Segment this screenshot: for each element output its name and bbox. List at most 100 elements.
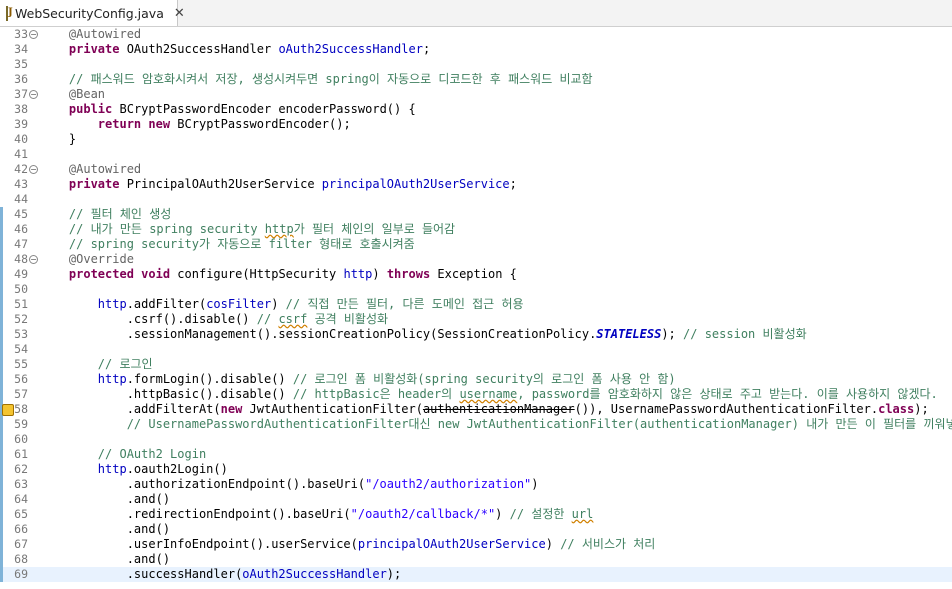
code-line[interactable]: 42− @Autowired xyxy=(0,162,952,177)
line-number: 60 xyxy=(14,432,28,446)
code-token: "/oauth2/callback/*" xyxy=(350,507,496,521)
code-token: .userInfoEndpoint().userService( xyxy=(40,537,358,551)
line-number: 49 xyxy=(14,267,28,281)
code-text: // spring security가 자동으로 filter 형태로 호출시켜… xyxy=(40,237,415,252)
line-number: 36 xyxy=(14,72,28,86)
code-line[interactable]: 45 // 필터 체인 생성 xyxy=(0,207,952,222)
code-line[interactable]: 35 xyxy=(0,57,952,72)
code-token: .addFilter( xyxy=(126,297,207,311)
code-line[interactable]: 50 xyxy=(0,282,952,297)
code-token: PrincipalOAuth2UserService xyxy=(119,177,322,191)
code-line[interactable]: 37− @Bean xyxy=(0,87,952,102)
code-line[interactable]: 56 http.formLogin().disable() // 로그인 폼 비… xyxy=(0,372,952,387)
code-text: .and() xyxy=(40,552,170,567)
code-token: ); xyxy=(914,402,929,416)
code-line[interactable]: 40 } xyxy=(0,132,952,147)
code-token: ) xyxy=(531,477,539,491)
line-number: 64 xyxy=(14,492,28,506)
line-number: 51 xyxy=(14,297,28,311)
line-number: 34 xyxy=(14,42,28,56)
code-token: ); xyxy=(386,567,402,581)
code-text: @Override xyxy=(40,252,134,267)
code-token: // xyxy=(256,312,279,326)
code-token: @Bean xyxy=(68,87,106,101)
code-token: // 직접 만든 필터, 다른 도메인 접근 허용 xyxy=(285,297,524,311)
code-line[interactable]: 69 .successHandler(oAuth2SuccessHandler)… xyxy=(0,567,952,582)
code-line[interactable]: 55 // 로그인 xyxy=(0,357,952,372)
code-token: BCryptPasswordEncoder(); xyxy=(170,117,351,131)
code-line[interactable]: 65 .redirectionEndpoint().baseUri("/oaut… xyxy=(0,507,952,522)
code-line[interactable]: 49 protected void configure(HttpSecurity… xyxy=(0,267,952,282)
code-token: cosFilter xyxy=(206,297,272,311)
code-token: 가 필터 체인의 일부로 들어감 xyxy=(293,222,456,236)
code-token: public xyxy=(68,102,113,116)
code-token: .successHandler( xyxy=(40,567,243,581)
fold-toggle-icon[interactable]: − xyxy=(29,90,38,99)
code-line[interactable]: 62 http.oauth2Login() xyxy=(0,462,952,477)
code-line[interactable]: 67 .userInfoEndpoint().userService(princ… xyxy=(0,537,952,552)
line-number: 42 xyxy=(14,162,28,176)
code-line[interactable]: 53 .sessionManagement().sessionCreationP… xyxy=(0,327,952,342)
code-line[interactable]: 51 http.addFilter(cosFilter) // 직접 만든 필터… xyxy=(0,297,952,312)
code-line[interactable]: 38 public BCryptPasswordEncoder encoderP… xyxy=(0,102,952,117)
code-line[interactable]: 47 // spring security가 자동으로 filter 형태로 호… xyxy=(0,237,952,252)
tab-websecurityconfig[interactable]: J WebSecurityConfig.java ✕ xyxy=(0,0,185,26)
code-line[interactable]: 68 .and() xyxy=(0,552,952,567)
code-text: // 패스워드 암호화시켜서 저장, 생성시켜두면 spring이 자동으로 디… xyxy=(40,72,593,87)
code-text: private PrincipalOAuth2UserService princ… xyxy=(40,177,517,192)
line-number: 38 xyxy=(14,102,28,116)
code-token: // session 비활성화 xyxy=(683,327,807,341)
code-line[interactable]: 60 xyxy=(0,432,952,447)
code-token: } xyxy=(40,132,77,146)
code-token: configure(HttpSecurity xyxy=(170,267,344,281)
code-token: http xyxy=(343,267,373,281)
line-number: 53 xyxy=(14,327,28,341)
line-number: 44 xyxy=(14,192,28,206)
line-number: 56 xyxy=(14,372,28,386)
fold-toggle-icon[interactable]: − xyxy=(29,165,38,174)
code-token: http xyxy=(97,372,127,386)
code-line[interactable]: 66 .and() xyxy=(0,522,952,537)
code-line[interactable]: 46 // 내가 만든 spring security http가 필터 체인의… xyxy=(0,222,952,237)
code-token: void xyxy=(141,267,171,281)
code-line[interactable]: 54 xyxy=(0,342,952,357)
code-line[interactable]: 44 xyxy=(0,192,952,207)
line-number: 37 xyxy=(14,87,28,101)
code-line[interactable]: 34 private OAuth2SuccessHandler oAuth2Su… xyxy=(0,42,952,57)
code-line[interactable]: 33− @Autowired xyxy=(0,27,952,42)
code-line[interactable]: 41 xyxy=(0,147,952,162)
code-line[interactable]: 36 // 패스워드 암호화시켜서 저장, 생성시켜두면 spring이 자동으… xyxy=(0,72,952,87)
code-token: // 서비스가 처리 xyxy=(560,537,656,551)
code-token: , password를 암호화하지 않은 상태로 주고 받는다. 이를 사용하지… xyxy=(517,387,938,401)
code-editor[interactable]: 33− @Autowired 34 private OAuth2SuccessHa… xyxy=(0,27,952,589)
fold-toggle-icon[interactable]: − xyxy=(29,30,38,39)
fold-toggle-icon[interactable]: − xyxy=(29,255,38,264)
code-line[interactable]: 43 private PrincipalOAuth2UserService pr… xyxy=(0,177,952,192)
code-line[interactable]: 64 .and() xyxy=(0,492,952,507)
code-token: ; xyxy=(422,42,431,56)
code-token: .authorizationEndpoint().baseUri( xyxy=(40,477,366,491)
code-line[interactable]: 52 .csrf().disable() // csrf 공격 비활성화 xyxy=(0,312,952,327)
code-line[interactable]: 57 .httpBasic().disable() // httpBasic은 … xyxy=(0,387,952,402)
code-token: .and() xyxy=(40,552,171,566)
code-token: // 내가 만든 spring security xyxy=(68,222,265,236)
code-line[interactable]: 48− @Override xyxy=(0,252,952,267)
code-token: @Autowired xyxy=(68,162,142,176)
line-number: 39 xyxy=(14,117,28,131)
line-number: 46 xyxy=(14,222,28,236)
code-text: .csrf().disable() // csrf 공격 비활성화 xyxy=(40,312,388,327)
code-line[interactable]: 59 // UsernamePasswordAuthenticationFilt… xyxy=(0,417,952,432)
code-text: .httpBasic().disable() // httpBasic은 hea… xyxy=(40,387,938,402)
close-icon[interactable]: ✕ xyxy=(174,6,185,21)
code-line[interactable]: 39 return new BCryptPasswordEncoder(); xyxy=(0,117,952,132)
code-line[interactable]: 63 .authorizationEndpoint().baseUri("/oa… xyxy=(0,477,952,492)
code-line[interactable]: 61 // OAuth2 Login xyxy=(0,447,952,462)
code-line[interactable]: 58 .addFilterAt(new JwtAuthenticationFil… xyxy=(0,402,952,417)
